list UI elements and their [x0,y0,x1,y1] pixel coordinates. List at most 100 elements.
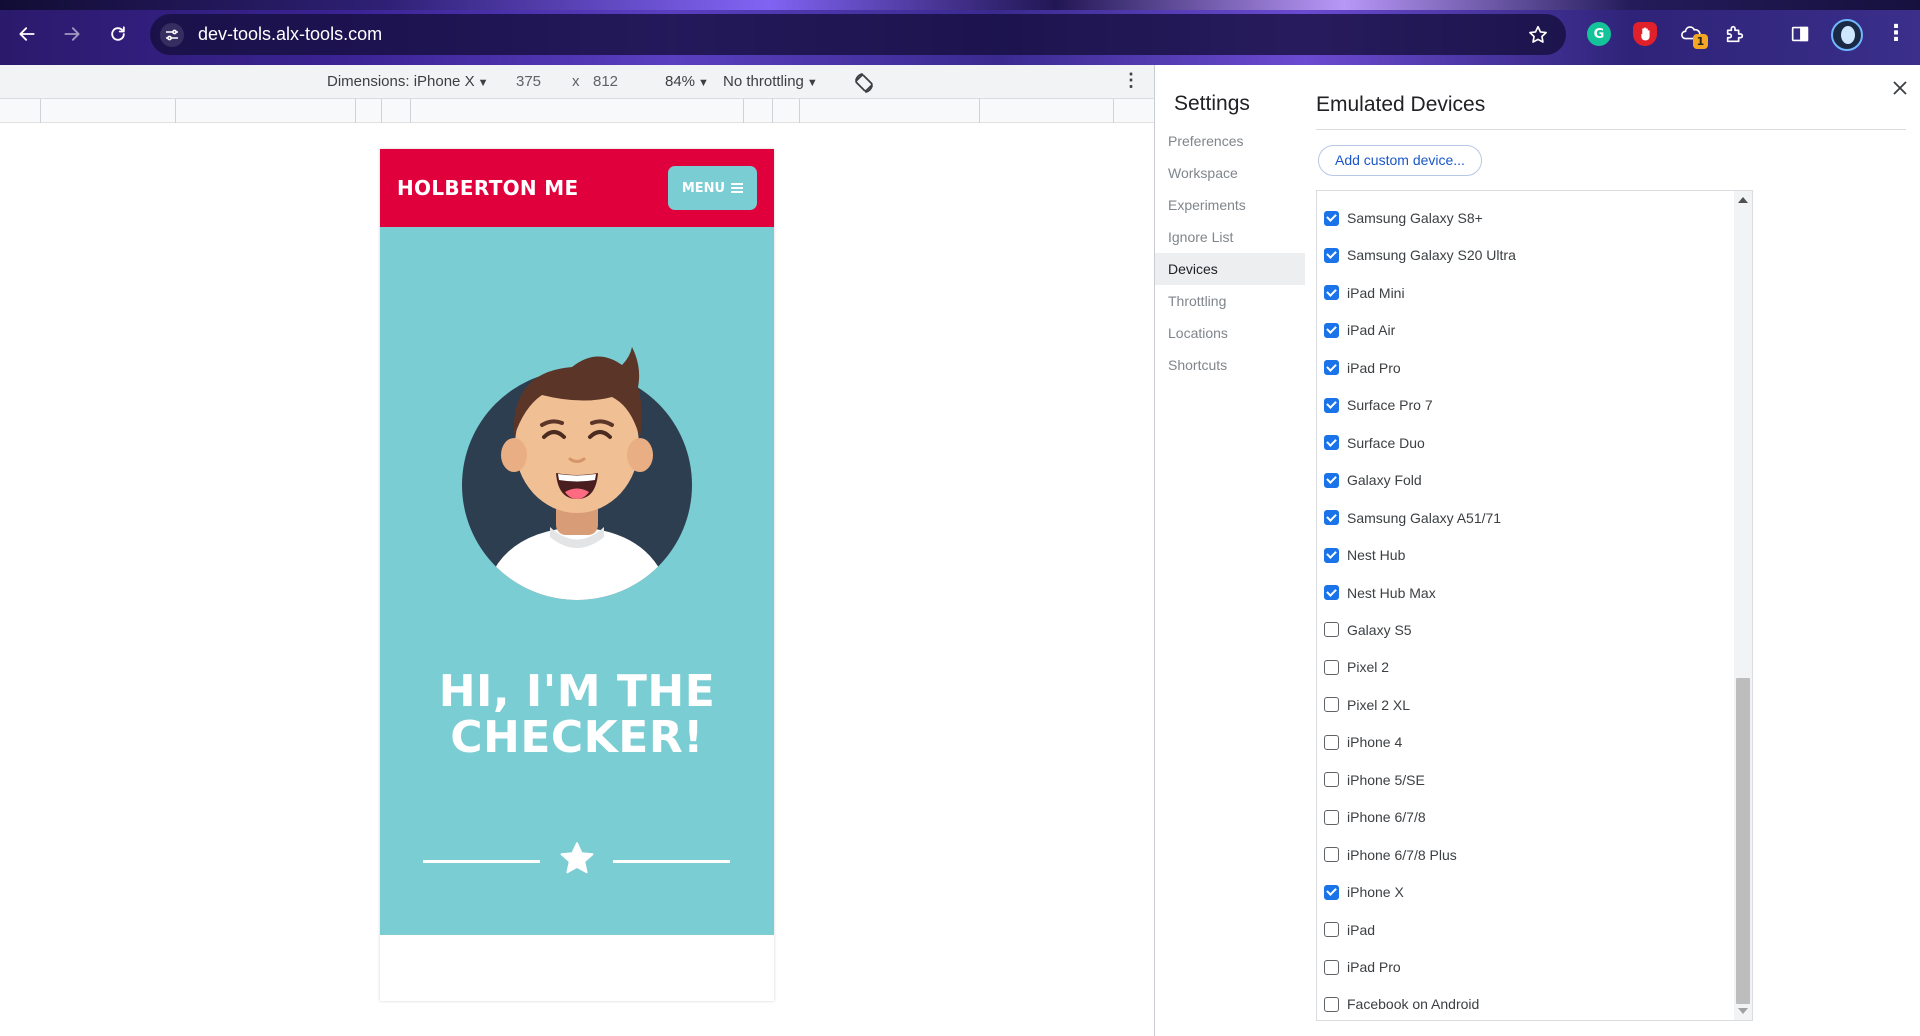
device-checkbox[interactable] [1324,585,1339,600]
site-info-icon[interactable] [160,22,184,47]
device-checkbox[interactable] [1324,734,1339,750]
device-label: Samsung Galaxy S20 Ultra [1347,247,1516,264]
device-checkbox[interactable] [1324,659,1339,675]
device-list-item[interactable]: iPad [1324,919,1375,941]
ruler-tick [979,99,980,123]
device-checkbox[interactable] [1324,772,1339,788]
device-label: iPhone 4 [1347,734,1403,751]
device-label: iPad Air [1347,322,1396,339]
extensions-puzzle-icon[interactable] [1723,22,1747,46]
scroll-down-arrow-icon[interactable] [1738,1008,1748,1014]
device-label: Pixel 2 [1347,659,1390,676]
times-sign: x [572,73,580,90]
side-panel-icon[interactable] [1788,22,1812,46]
rotate-icon[interactable] [852,71,876,95]
grammarly-extension-icon[interactable]: G [1587,22,1611,46]
device-list-item[interactable]: Samsung Galaxy A51/71 [1324,507,1501,529]
device-label: Galaxy Fold [1347,472,1422,489]
profile-avatar[interactable] [1831,19,1863,51]
settings-nav-ignore-list[interactable]: Ignore List [1155,221,1305,253]
add-custom-device-button[interactable]: Add custom device... [1318,145,1482,176]
hamburger-icon [731,183,744,193]
height-input[interactable]: 812 [593,73,618,90]
bookmark-star-icon[interactable] [1526,23,1550,47]
device-label: Pixel 2 XL [1347,696,1411,713]
device-list-item[interactable]: iPhone 5/SE [1324,769,1425,791]
zoom-dropdown[interactable]: 84% ▼ [665,73,709,90]
width-input[interactable]: 375 [516,73,541,90]
device-list-item[interactable]: Facebook on Android [1324,993,1479,1015]
settings-nav: Preferences Workspace Experiments Ignore… [1155,125,1305,381]
device-list[interactable]: Samsung Galaxy S8+ Samsung Galaxy S20 Ult… [1316,190,1753,1021]
device-label: iPhone 6/7/8 [1347,809,1426,826]
device-label: iPad [1347,921,1376,938]
device-list-item[interactable]: iPad Pro [1324,357,1401,379]
device-list-item[interactable]: Surface Pro 7 [1324,394,1433,416]
back-arrow-icon[interactable] [15,22,39,46]
device-list-item[interactable]: iPad Pro [1324,956,1401,978]
device-checkbox[interactable] [1324,697,1339,713]
url-text[interactable]: dev-tools.alx-tools.com [198,24,382,45]
device-label: iPad Pro [1347,959,1401,975]
hero-title-line-1: HI, I'M THE [438,666,716,717]
settings-nav-throttling[interactable]: Throttling [1155,285,1305,317]
settings-nav-locations[interactable]: Locations [1155,317,1305,349]
throttling-label: No throttling [723,73,804,90]
device-list-item[interactable]: Pixel 2 [1324,656,1389,678]
scroll-thumb[interactable] [1736,678,1750,1004]
device-checkbox[interactable] [1324,510,1339,526]
device-list-item[interactable]: Pixel 2 XL [1324,694,1410,716]
device-checkbox[interactable] [1324,360,1339,376]
cloud-extension-icon[interactable]: 1 [1679,22,1708,49]
settings-nav-experiments[interactable]: Experiments [1155,189,1305,221]
forward-arrow-icon[interactable] [60,22,84,46]
device-checkbox[interactable] [1324,285,1339,301]
device-list-item[interactable]: Galaxy S5 [1324,619,1412,641]
device-checkbox[interactable] [1324,884,1339,900]
device-list-item[interactable]: iPhone 6/7/8 [1324,806,1426,828]
menu-button[interactable]: MENU [668,166,757,210]
device-list-item[interactable]: iPhone 4 [1324,731,1402,753]
device-label: Galaxy S5 [1347,621,1412,638]
scrollbar[interactable] [1734,191,1752,1020]
device-list-item[interactable]: iPad Air [1324,319,1395,341]
device-label: Nest Hub Max [1347,584,1436,601]
device-list-item[interactable]: Samsung Galaxy S20 Ultra [1324,244,1516,266]
device-checkbox[interactable] [1324,809,1339,825]
device-checkbox[interactable] [1324,996,1339,1012]
device-list-item[interactable]: Surface Duo [1324,432,1425,454]
device-checkbox[interactable] [1324,435,1339,451]
device-list-item[interactable]: Galaxy Fold [1324,469,1422,491]
settings-nav-shortcuts[interactable]: Shortcuts [1155,349,1305,381]
device-list-item[interactable]: Nest Hub Max [1324,582,1436,604]
star-icon [558,840,596,878]
device-checkbox[interactable] [1324,847,1339,863]
device-checkbox[interactable] [1324,472,1339,488]
settings-nav-workspace[interactable]: Workspace [1155,157,1305,189]
device-list-item[interactable]: iPad Mini [1324,282,1405,304]
device-checkbox[interactable] [1324,210,1339,226]
device-list-item[interactable]: iPhone 6/7/8 Plus [1324,844,1457,866]
site-logo[interactable]: HOLBERTON ME [397,176,578,200]
device-list-item[interactable]: Nest Hub [1324,544,1405,566]
device-toolbar-more-icon[interactable]: ⋮ [1122,71,1140,89]
device-checkbox[interactable] [1324,247,1339,263]
chrome-menu-icon[interactable]: ⋮ [1884,22,1908,46]
settings-nav-devices[interactable]: Devices [1155,253,1305,285]
scroll-up-arrow-icon[interactable] [1738,197,1748,203]
throttling-dropdown[interactable]: No throttling ▼ [723,73,818,90]
device-checkbox[interactable] [1324,622,1339,638]
address-bar[interactable]: dev-tools.alx-tools.com [150,14,1566,55]
caret-down-icon: ▼ [806,77,818,89]
device-checkbox[interactable] [1324,322,1339,338]
settings-nav-preferences[interactable]: Preferences [1155,125,1305,157]
reload-icon[interactable] [106,22,130,46]
hand-shield-extension-icon[interactable] [1633,22,1657,46]
device-checkbox[interactable] [1324,922,1339,938]
device-list-item[interactable]: Samsung Galaxy S8+ [1324,207,1483,229]
device-checkbox[interactable] [1324,397,1339,413]
device-list-item[interactable]: iPhone X [1324,881,1404,903]
device-checkbox[interactable] [1324,959,1339,975]
device-checkbox[interactable] [1324,547,1339,563]
dimensions-dropdown[interactable]: Dimensions: iPhone X ▼ [327,73,488,90]
